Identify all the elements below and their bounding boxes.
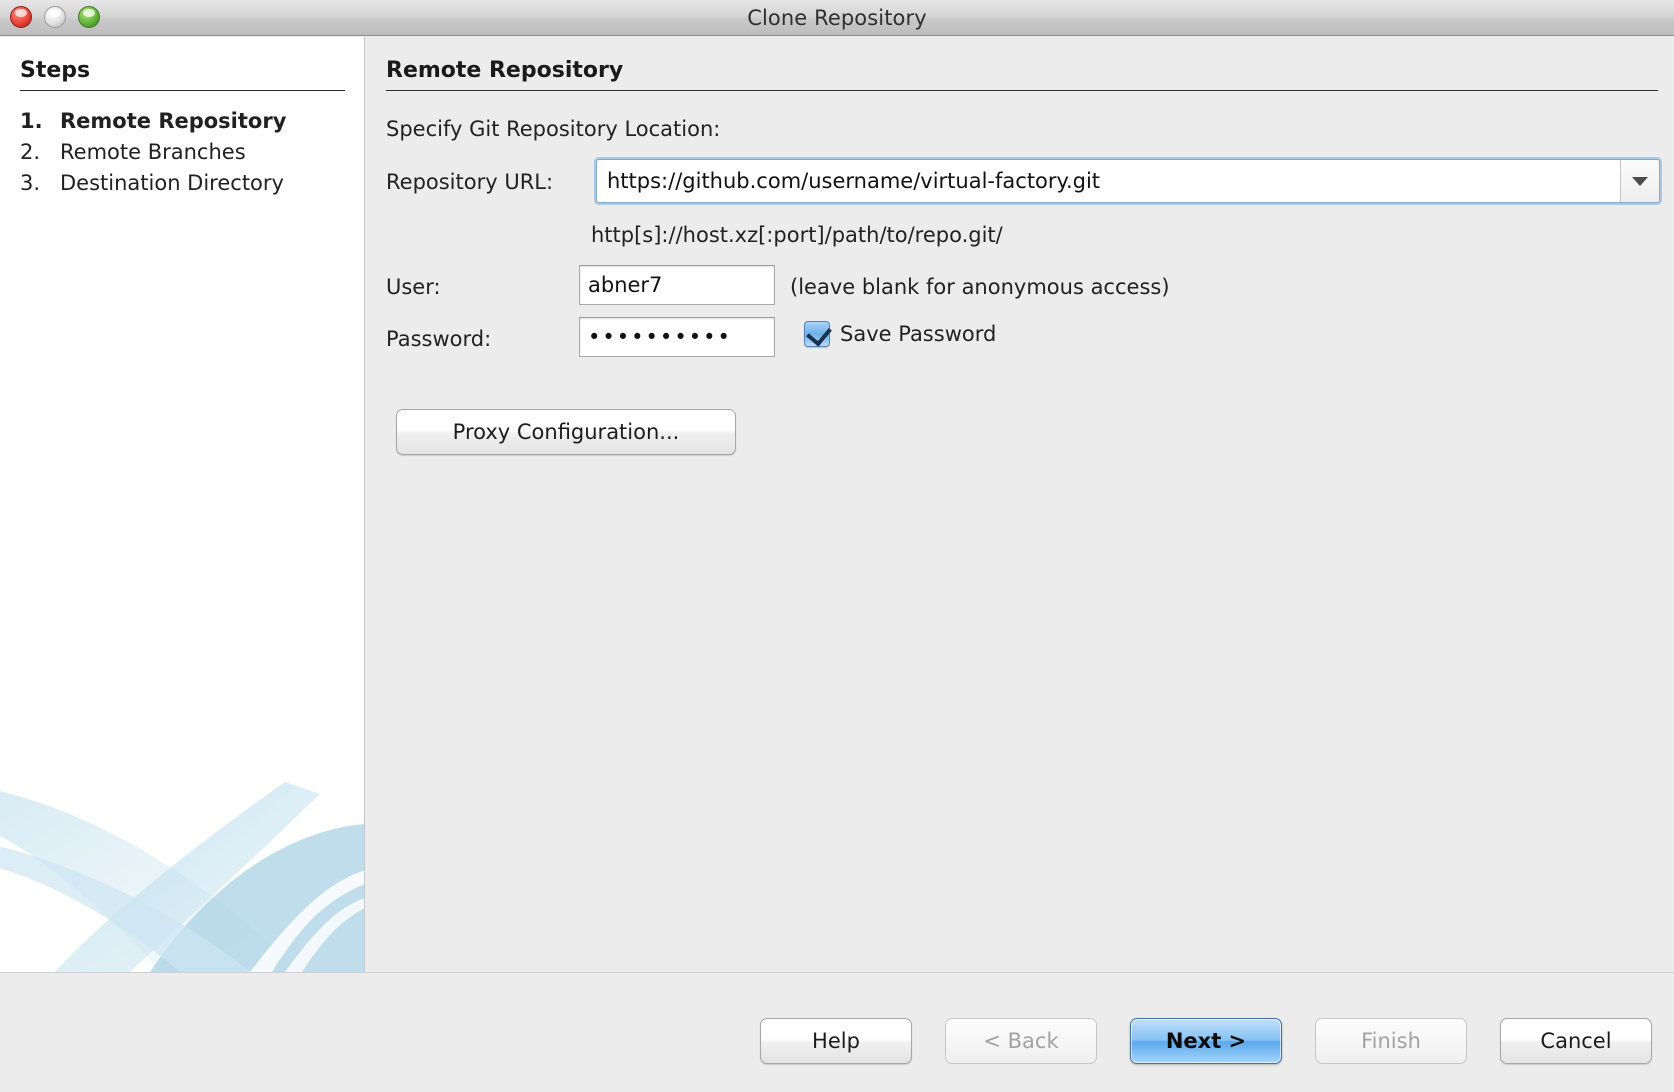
- help-button[interactable]: Help: [760, 1018, 912, 1064]
- anonymous-access-hint: (leave blank for anonymous access): [790, 275, 1170, 299]
- steps-sidebar: Steps 1. Remote Repository 2. Remote Bra…: [0, 37, 365, 972]
- steps-heading: Steps: [20, 58, 91, 83]
- repository-url-format-hint: http[s]://host.xz[:port]/path/to/repo.gi…: [591, 223, 1003, 247]
- dialog-content: Steps 1. Remote Repository 2. Remote Bra…: [0, 37, 1674, 972]
- repository-url-input[interactable]: [597, 160, 1620, 202]
- step-item-destination-directory: 3. Destination Directory: [20, 171, 360, 202]
- checkmark-icon: [806, 320, 832, 347]
- save-password-label: Save Password: [840, 322, 997, 346]
- step-number: 1.: [20, 109, 43, 133]
- back-button: < Back: [945, 1018, 1097, 1064]
- next-button[interactable]: Next >: [1130, 1018, 1282, 1064]
- cancel-button[interactable]: Cancel: [1500, 1018, 1652, 1064]
- repository-url-label: Repository URL:: [386, 170, 554, 194]
- user-label: User:: [386, 275, 441, 299]
- step-number: 2.: [20, 140, 41, 164]
- specify-location-label: Specify Git Repository Location:: [386, 117, 721, 141]
- window-title: Clone Repository: [747, 6, 927, 30]
- window-titlebar: Clone Repository: [0, 0, 1674, 36]
- proxy-configuration-button[interactable]: Proxy Configuration...: [396, 409, 736, 455]
- user-input[interactable]: [579, 265, 775, 305]
- password-label: Password:: [386, 327, 492, 351]
- steps-heading-divider: [20, 90, 345, 91]
- repository-url-dropdown-button[interactable]: [1620, 160, 1659, 202]
- footer-button-group: Help < Back Next > Finish Cancel: [760, 1018, 1652, 1064]
- panel-heading-divider: [386, 90, 1658, 91]
- step-label: Destination Directory: [60, 171, 284, 195]
- password-input[interactable]: [579, 317, 775, 357]
- step-item-remote-branches: 2. Remote Branches: [20, 140, 360, 171]
- chevron-down-icon: [1632, 177, 1648, 186]
- step-number: 3.: [20, 171, 41, 195]
- dialog-footer: Help < Back Next > Finish Cancel: [0, 972, 1674, 1092]
- decorative-swoosh-graphic: [0, 782, 364, 972]
- repository-url-combobox[interactable]: [596, 159, 1660, 203]
- save-password-checkbox[interactable]: [804, 320, 832, 347]
- finish-button: Finish: [1315, 1018, 1467, 1064]
- step-label: Remote Repository: [60, 109, 287, 133]
- save-password-checkbox-row[interactable]: Save Password: [804, 320, 997, 347]
- panel-heading: Remote Repository: [386, 58, 624, 83]
- step-item-remote-repository: 1. Remote Repository: [20, 109, 360, 140]
- remote-repository-panel: Remote Repository Specify Git Repository…: [366, 37, 1674, 972]
- steps-list: 1. Remote Repository 2. Remote Branches …: [20, 109, 360, 202]
- step-label: Remote Branches: [60, 140, 246, 164]
